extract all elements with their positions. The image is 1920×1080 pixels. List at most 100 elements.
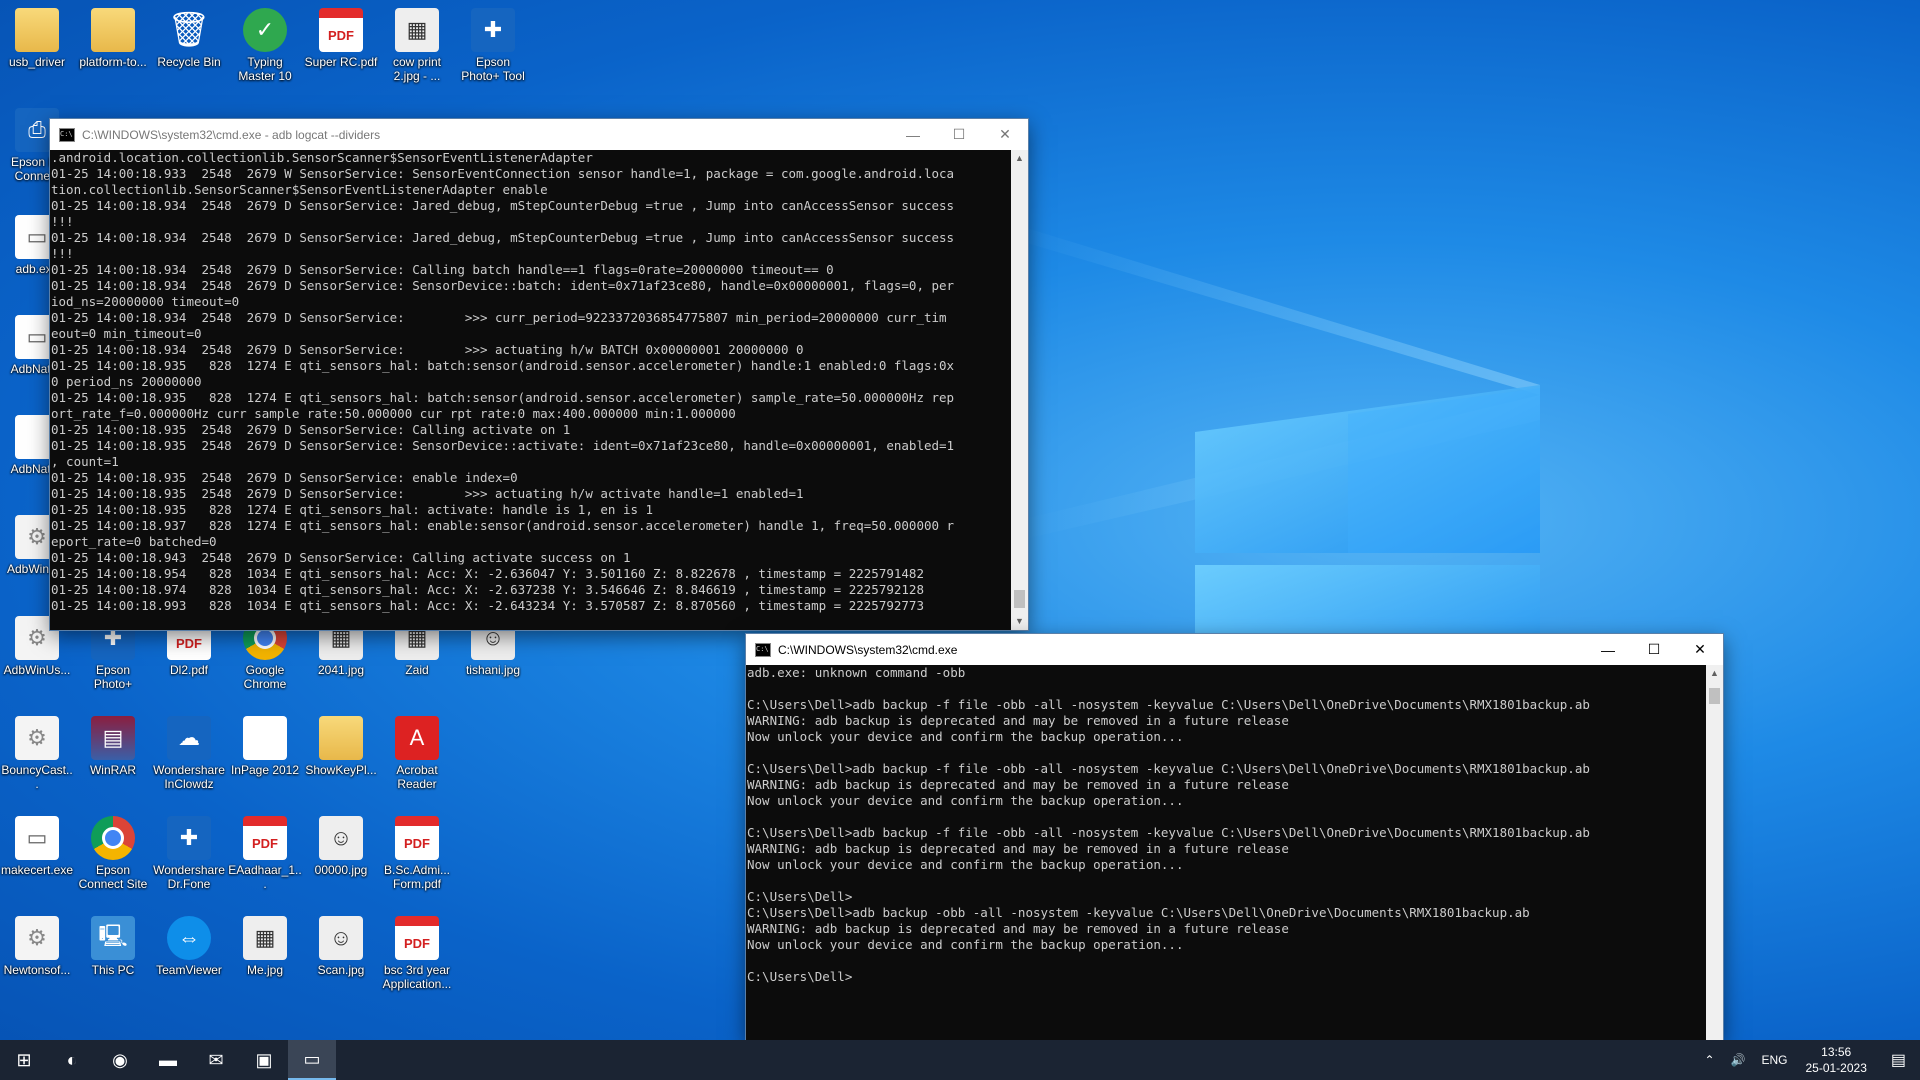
close-button[interactable]: ✕ [1677,634,1723,665]
winrar-icon: ▤ [91,716,135,760]
desktop-icon-label: Wondershare InClowdz [153,763,225,791]
typing-master-icon: ✓ [243,8,287,52]
logcat-console-output[interactable]: .android.location.collectionlib.SensorSc… [50,150,1011,630]
cmd-text: adb.exe: unknown command -obb C:\Users\D… [747,665,1590,984]
desktop-icon-item[interactable]: PDF EAadhaar_1... [228,816,302,891]
desktop-icon-label: TeamViewer [156,963,222,977]
desktop-icon-label: AdbWinUs... [3,663,71,677]
desktop-icon-label: BouncyCast... [1,763,73,791]
scroll-down-arrow-icon[interactable]: ▼ [1011,613,1028,630]
chrome-icon[interactable]: ◉ [96,1040,144,1080]
desktop-icon-item[interactable]: usb_driver [0,8,74,69]
minimize-button[interactable]: — [890,119,936,150]
show-hidden-icons-chevron-icon[interactable]: ⌃ [1696,1053,1722,1067]
store-icon[interactable]: ▣ [240,1040,288,1080]
desktop-icon-item[interactable]: InPage 2012 [228,716,302,777]
recycle-bin-icon: 🗑 [167,11,211,49]
scroll-up-arrow-icon[interactable]: ▲ [1706,665,1723,682]
maximize-button[interactable]: ☐ [1631,634,1677,665]
file-explorer-icon[interactable]: ▬ [144,1040,192,1080]
maximize-button[interactable]: ☐ [936,119,982,150]
cmd-icon[interactable]: ▭ [288,1040,336,1080]
logcat-scrollbar[interactable]: ▲ ▼ [1011,150,1028,630]
mail-icon[interactable]: ✉ [192,1040,240,1080]
desktop-icon-item[interactable]: ☺ Scan.jpg [304,916,378,977]
desktop-icon-item[interactable]: ⚙ BouncyCast... [0,716,74,791]
desktop-icon-item[interactable]: 🗑 Recycle Bin [152,8,226,69]
folder-icon [91,8,135,52]
folder-icon [319,716,363,760]
scroll-up-arrow-icon[interactable]: ▲ [1011,150,1028,167]
desktop-icon-item[interactable]: ✓ Typing Master 10 [228,8,302,83]
cmd-window-title: C:\WINDOWS\system32\cmd.exe [778,642,958,657]
pdf-icon: PDF [243,816,287,860]
logcat-console-window[interactable]: C:\ C:\WINDOWS\system32\cmd.exe - adb lo… [50,119,1028,630]
desktop-icon-label: EAadhaar_1... [228,863,302,891]
gear-file-icon: ⚙ [15,916,59,960]
desktop-icon-item[interactable]: ▦ cow print 2.jpg - ... [380,8,454,83]
close-button[interactable]: ✕ [982,119,1028,150]
desktop-icon-label: platform-to... [79,55,147,69]
desktop-icon-label: ShowKeyPl... [305,763,377,777]
teamviewer-icon: ⇔ [167,916,211,960]
desktop-icon-label: usb_driver [8,55,66,69]
gear-file-icon: ⚙ [15,716,59,760]
desktop-icon-item[interactable]: PDF B.Sc.Admi... Form.pdf [380,816,454,891]
cmd-title-bar[interactable]: C:\ C:\WINDOWS\system32\cmd.exe — ☐ ✕ [746,634,1723,665]
desktop-icon-item[interactable]: ⚙ Newtonsof... [0,916,74,977]
volume-icon[interactable]: 🔊 [1723,1053,1754,1067]
exe-icon: ▭ [15,816,59,860]
scroll-thumb[interactable] [1014,590,1025,608]
desktop-icon-label: Wondershare Dr.Fone [153,863,225,891]
desktop-icon-item[interactable]: ☺ 00000.jpg [304,816,378,877]
desktop-icon-item[interactable]: ⇔ TeamViewer [152,916,226,977]
desktop-icon-label: InPage 2012 [230,763,300,777]
desktop-icon-item[interactable]: ✚ Wondershare Dr.Fone [152,816,226,891]
desktop-icon-item[interactable]: ShowKeyPl... [304,716,378,777]
desktop-icon-label: makecert.exe [0,863,74,877]
desktop-icon-item[interactable]: PDF Super RC.pdf [304,8,378,69]
windows-start-icon[interactable]: ⊞ [0,1040,48,1080]
minimize-button[interactable]: — [1585,634,1631,665]
desktop-icon-label: WinRAR [89,763,136,777]
cmd-console-output[interactable]: adb.exe: unknown command -obb C:\Users\D… [746,665,1706,1040]
desktop-icon-label: Zaid [405,663,429,677]
language-indicator[interactable]: ENG [1753,1053,1795,1067]
desktop-icon-item[interactable]: ▤ WinRAR [76,716,150,777]
logcat-text: .android.location.collectionlib.SensorSc… [51,150,955,613]
desktop-icon-label: 00000.jpg [314,863,368,877]
image-file-icon: ▦ [243,916,287,960]
desktop-icon-label: Acrobat Reader [396,763,438,791]
cmd-scrollbar[interactable]: ▲ [1706,665,1723,1040]
desktop-icon-item[interactable]: ▦ Me.jpg [228,916,302,977]
desktop-icon-item[interactable]: PDF bsc 3rd year Application... [380,916,454,991]
pdf-icon: PDF [319,8,363,52]
logcat-title-bar[interactable]: C:\ C:\WINDOWS\system32\cmd.exe - adb lo… [50,119,1028,150]
desktop-icon-item[interactable]: A Acrobat Reader [380,716,454,791]
desktop-icon-item[interactable]: ✚ Epson Photo+ Tool [456,8,530,83]
wondershare-icon: ☁ [167,716,211,760]
photo-icon: ☺ [319,816,363,860]
logcat-window-title: C:\WINDOWS\system32\cmd.exe - adb logcat… [82,127,381,142]
desktop-icon-label: 2041.jpg [317,663,365,677]
desktop-icon-item[interactable]: 🖳 This PC [76,916,150,977]
acrobat-icon: A [395,716,439,760]
desktop-icon-label: Super RC.pdf [304,55,378,69]
clock-time: 13:56 [1821,1045,1852,1059]
desktop-icon-item[interactable]: platform-to... [76,8,150,69]
photo-icon: ☺ [319,916,363,960]
scroll-thumb[interactable] [1709,688,1720,704]
drfone-icon: ✚ [167,816,211,860]
edge-icon[interactable]: ◐ [48,1040,96,1080]
notification-icon[interactable]: ▤ [1877,1050,1920,1070]
pdf-icon: PDF [395,816,439,860]
desktop-icon-label: Epson Photo+ Tool [461,55,525,83]
desktop-icon-label: Google Chrome [243,663,287,691]
desktop-icon-item[interactable]: Epson Connect Site [76,816,150,891]
clock[interactable]: 13:56 25-01-2023 [1795,1044,1876,1076]
desktop-icon-item[interactable]: ▭ makecert.exe [0,816,74,877]
desktop-icon-label: tishani.jpg [465,663,521,677]
desktop-icon-item[interactable]: ☁ Wondershare InClowdz [152,716,226,791]
cmd-console-window[interactable]: C:\ C:\WINDOWS\system32\cmd.exe — ☐ ✕ ad… [746,634,1723,1040]
desktop-icon-label: Epson Connect Site [78,863,148,891]
